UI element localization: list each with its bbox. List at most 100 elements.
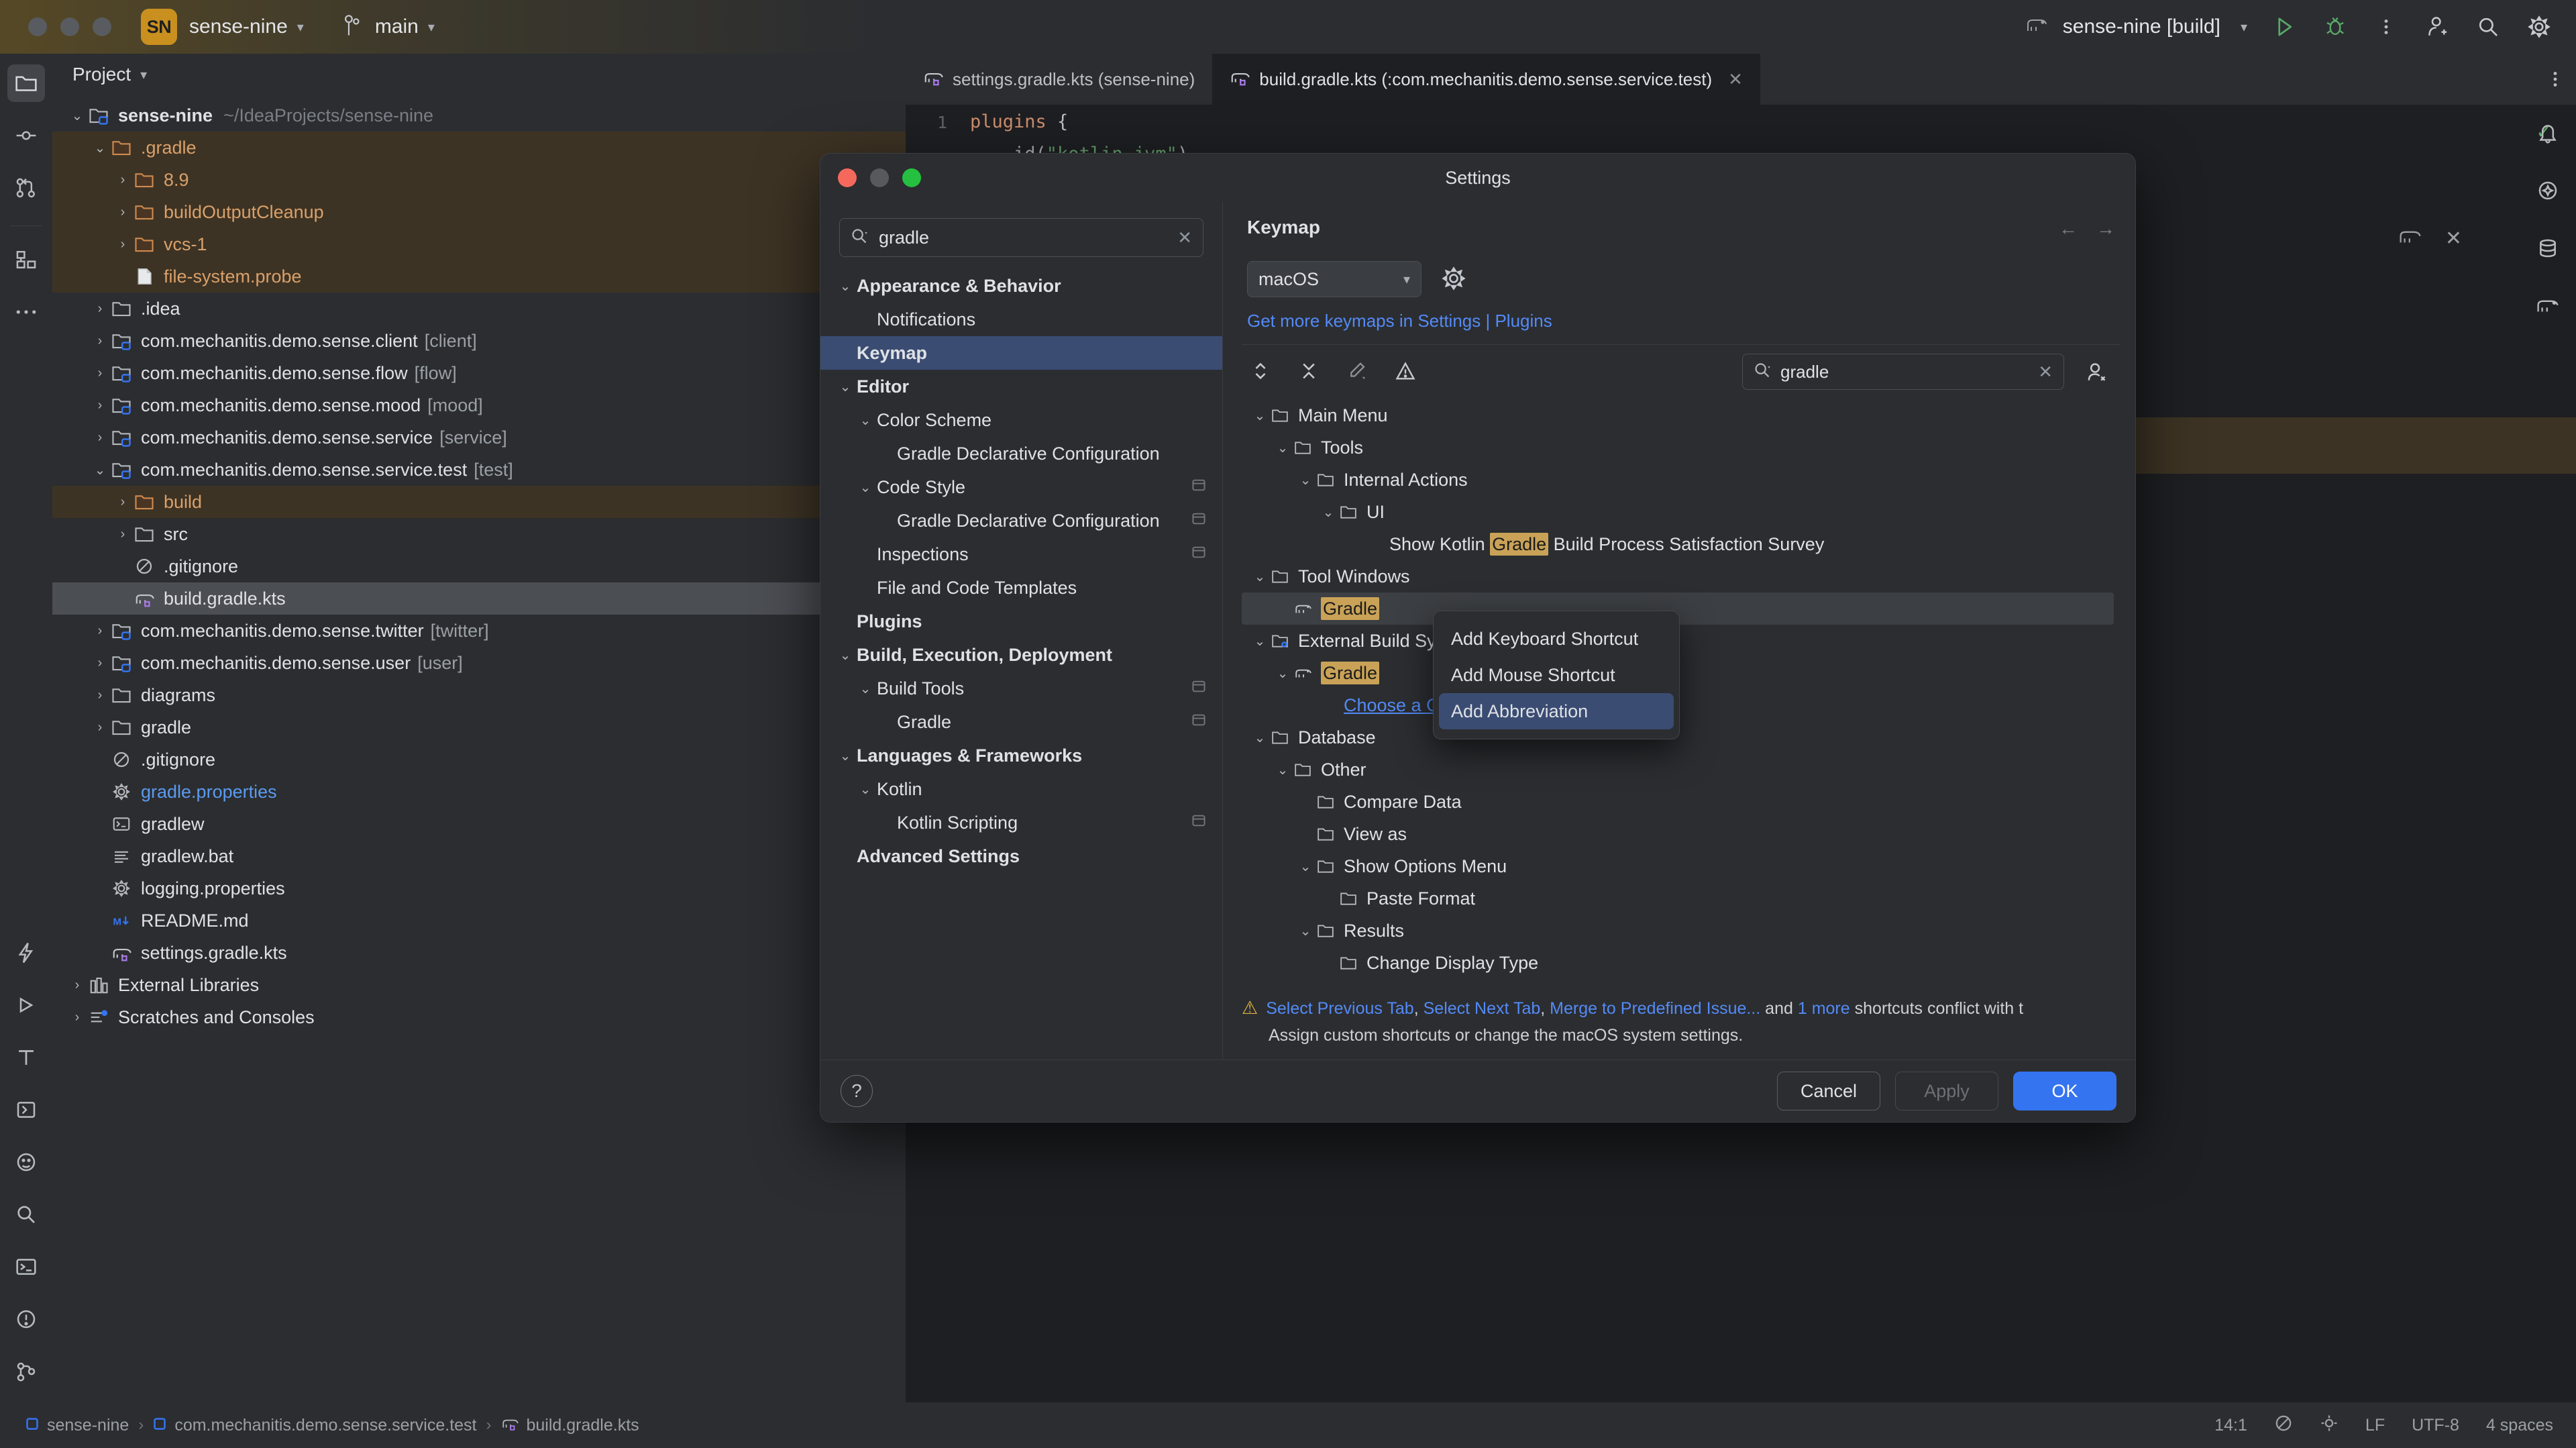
- notifications-tool-window-button[interactable]: [7, 1300, 45, 1338]
- chevron-down-icon[interactable]: ⌄: [66, 107, 89, 124]
- settings-nav-item[interactable]: Advanced Settings: [820, 839, 1222, 873]
- chevron-down-icon[interactable]: ⌄: [834, 278, 857, 295]
- gradle-tool-window-icon[interactable]: [2530, 289, 2565, 323]
- context-menu-item[interactable]: Add Keyboard Shortcut: [1439, 621, 1674, 657]
- keymap-tree-row[interactable]: Change Display Type: [1242, 947, 2114, 979]
- chevron-right-icon[interactable]: ›: [89, 398, 111, 413]
- settings-nav-item[interactable]: ⌄ Appearance & Behavior: [820, 269, 1222, 303]
- gear-icon[interactable]: [2525, 13, 2553, 41]
- chevron-down-icon[interactable]: ⌄: [1248, 729, 1271, 746]
- project-tree-row[interactable]: › com.mechanitis.demo.sense.flow [flow]: [52, 357, 906, 389]
- settings-nav-item[interactable]: Gradle Declarative Configuration: [820, 437, 1222, 470]
- chevron-down-icon[interactable]: ⌄: [89, 140, 111, 156]
- ok-button[interactable]: OK: [2013, 1072, 2116, 1110]
- structure-tool-window-button[interactable]: [7, 241, 45, 278]
- keymap-link-text[interactable]: Get more keymaps in Settings: [1247, 311, 1481, 331]
- read-only-icon[interactable]: [2274, 1414, 2293, 1437]
- chevron-down-icon[interactable]: ⌄: [1248, 568, 1271, 585]
- editor-tab-strip[interactable]: settings.gradle.kts (sense-nine) build.gr…: [906, 54, 2576, 105]
- settings-nav-item[interactable]: ⌄ Color Scheme: [820, 403, 1222, 437]
- window-controls[interactable]: [28, 17, 111, 36]
- settings-nav-item[interactable]: Gradle Declarative Configuration: [820, 504, 1222, 537]
- close-icon[interactable]: ✕: [2445, 227, 2462, 250]
- clear-search-icon[interactable]: ✕: [1177, 227, 1192, 248]
- chevron-down-icon[interactable]: ⌄: [1271, 439, 1294, 456]
- settings-nav-item[interactable]: Gradle: [820, 705, 1222, 739]
- keymap-search-input[interactable]: [1780, 361, 2039, 382]
- notifications-bell-icon[interactable]: [2530, 115, 2565, 150]
- chevron-right-icon[interactable]: ›: [66, 1010, 89, 1025]
- branch-chevron-down-icon[interactable]: ▾: [428, 19, 435, 36]
- chevron-down-icon[interactable]: ⌄: [1248, 407, 1271, 424]
- keymap-tree-row[interactable]: ⌄ Results: [1242, 915, 2114, 947]
- project-tree-row[interactable]: gradlew.bat: [52, 840, 906, 872]
- keymap-plugins-link[interactable]: Get more keymaps in Settings | Plugins: [1247, 311, 1552, 331]
- more-actions-button[interactable]: [2372, 13, 2400, 41]
- keymap-context-menu[interactable]: Add Keyboard Shortcut Add Mouse Shortcut A…: [1433, 611, 1680, 739]
- project-tree-row[interactable]: › External Libraries: [52, 969, 906, 1001]
- help-button[interactable]: ?: [841, 1075, 873, 1107]
- forward-arrow-icon[interactable]: →: [2096, 218, 2115, 240]
- keymap-tree-row[interactable]: Show Kotlin Gradle Build Process Satisfa…: [1242, 528, 2114, 560]
- settings-nav-tree[interactable]: ⌄ Appearance & Behavior Notifications Keyma…: [820, 269, 1222, 873]
- collapse-all-icon[interactable]: [1295, 358, 1322, 384]
- keymap-gear-icon[interactable]: [1438, 262, 1470, 295]
- project-tree-row[interactable]: › .idea: [52, 293, 906, 325]
- editor-tab[interactable]: build.gradle.kts (:com.mechanitis.demo.s…: [1212, 54, 1760, 105]
- chevron-down-icon[interactable]: ⌄: [1294, 472, 1317, 488]
- gradle-sync-icon[interactable]: [2398, 227, 2422, 250]
- database-icon[interactable]: [2530, 231, 2565, 266]
- chevron-down-icon[interactable]: ⌄: [1294, 923, 1317, 939]
- project-tree-row[interactable]: gradlew: [52, 808, 906, 840]
- chevron-down-icon[interactable]: ⌄: [1271, 762, 1294, 778]
- chevron-right-icon[interactable]: ›: [89, 301, 111, 317]
- expand-collapse-icon[interactable]: [1247, 358, 1274, 384]
- project-tree-row[interactable]: gradle.properties: [52, 776, 906, 808]
- conflict-link-2[interactable]: Select Next Tab: [1424, 999, 1541, 1018]
- settings-nav-item[interactable]: Notifications: [820, 303, 1222, 336]
- keymap-tree-row[interactable]: ⌄ Internal Actions: [1242, 464, 2114, 496]
- run-config-chevron-down-icon[interactable]: ▾: [2241, 19, 2247, 36]
- settings-nav-item[interactable]: ⌄ Kotlin: [820, 772, 1222, 806]
- chevron-right-icon[interactable]: ›: [111, 172, 134, 188]
- run-button[interactable]: [2270, 13, 2298, 41]
- keymap-link-plugins[interactable]: Plugins: [1495, 311, 1552, 331]
- run-tool-window-button[interactable]: [7, 986, 45, 1024]
- context-menu-item[interactable]: Add Mouse Shortcut: [1439, 657, 1674, 693]
- chevron-right-icon[interactable]: ›: [89, 720, 111, 735]
- keymap-tree-row[interactable]: ⌄ Other: [1242, 754, 2114, 786]
- project-tree-row[interactable]: › vcs-1: [52, 228, 906, 260]
- project-tree-row[interactable]: › com.mechanitis.demo.sense.user [user]: [52, 647, 906, 679]
- file-encoding[interactable]: UTF-8: [2412, 1416, 2459, 1435]
- ai-assistant-button[interactable]: [7, 934, 45, 972]
- project-tool-window-button[interactable]: [7, 64, 45, 102]
- project-tree-row[interactable]: › gradle: [52, 711, 906, 743]
- chevron-down-icon[interactable]: ⌄: [1317, 504, 1340, 521]
- breadcrumb-item[interactable]: build.gradle.kts: [501, 1415, 639, 1436]
- project-tree-row[interactable]: › 8.9: [52, 164, 906, 196]
- keymap-tree-row[interactable]: ⌄ UI: [1242, 496, 2114, 528]
- version-control-tool-window-button[interactable]: [7, 1353, 45, 1390]
- settings-nav-item[interactable]: Plugins: [820, 605, 1222, 638]
- settings-search-input[interactable]: [879, 227, 1178, 248]
- settings-nav-item[interactable]: Keymap: [820, 336, 1222, 370]
- keymap-tree-row[interactable]: ⌄ Main Menu: [1242, 399, 2114, 431]
- inspections-widget-icon[interactable]: [2320, 1414, 2339, 1437]
- find-tool-window-button[interactable]: [7, 1196, 45, 1233]
- conflicts-warning-icon[interactable]: [1392, 358, 1419, 384]
- keymap-tree-row[interactable]: Paste Format: [1242, 882, 2114, 915]
- breadcrumb-item[interactable]: sense-nine: [25, 1416, 129, 1435]
- project-tree-row[interactable]: › com.mechanitis.demo.sense.service [servi…: [52, 421, 906, 454]
- dialog-close-button[interactable]: [838, 168, 857, 187]
- run-configuration-selector[interactable]: sense-nine [build] ▾: [2025, 15, 2247, 38]
- problems-tool-window-button[interactable]: [7, 1143, 45, 1181]
- chevron-down-icon[interactable]: ⌄: [854, 680, 877, 697]
- project-tree-row[interactable]: › com.mechanitis.demo.sense.twitter [twitt…: [52, 615, 906, 647]
- settings-nav-item[interactable]: ⌄ Build Tools: [820, 672, 1222, 705]
- project-tree-row[interactable]: .gitignore: [52, 550, 906, 582]
- project-panel-header[interactable]: Project ▾: [52, 54, 906, 95]
- cancel-button[interactable]: Cancel: [1777, 1072, 1880, 1110]
- ai-chat-icon[interactable]: [2530, 173, 2565, 208]
- chevron-down-icon[interactable]: ⌄: [1271, 665, 1294, 682]
- project-tree-row[interactable]: .gitignore: [52, 743, 906, 776]
